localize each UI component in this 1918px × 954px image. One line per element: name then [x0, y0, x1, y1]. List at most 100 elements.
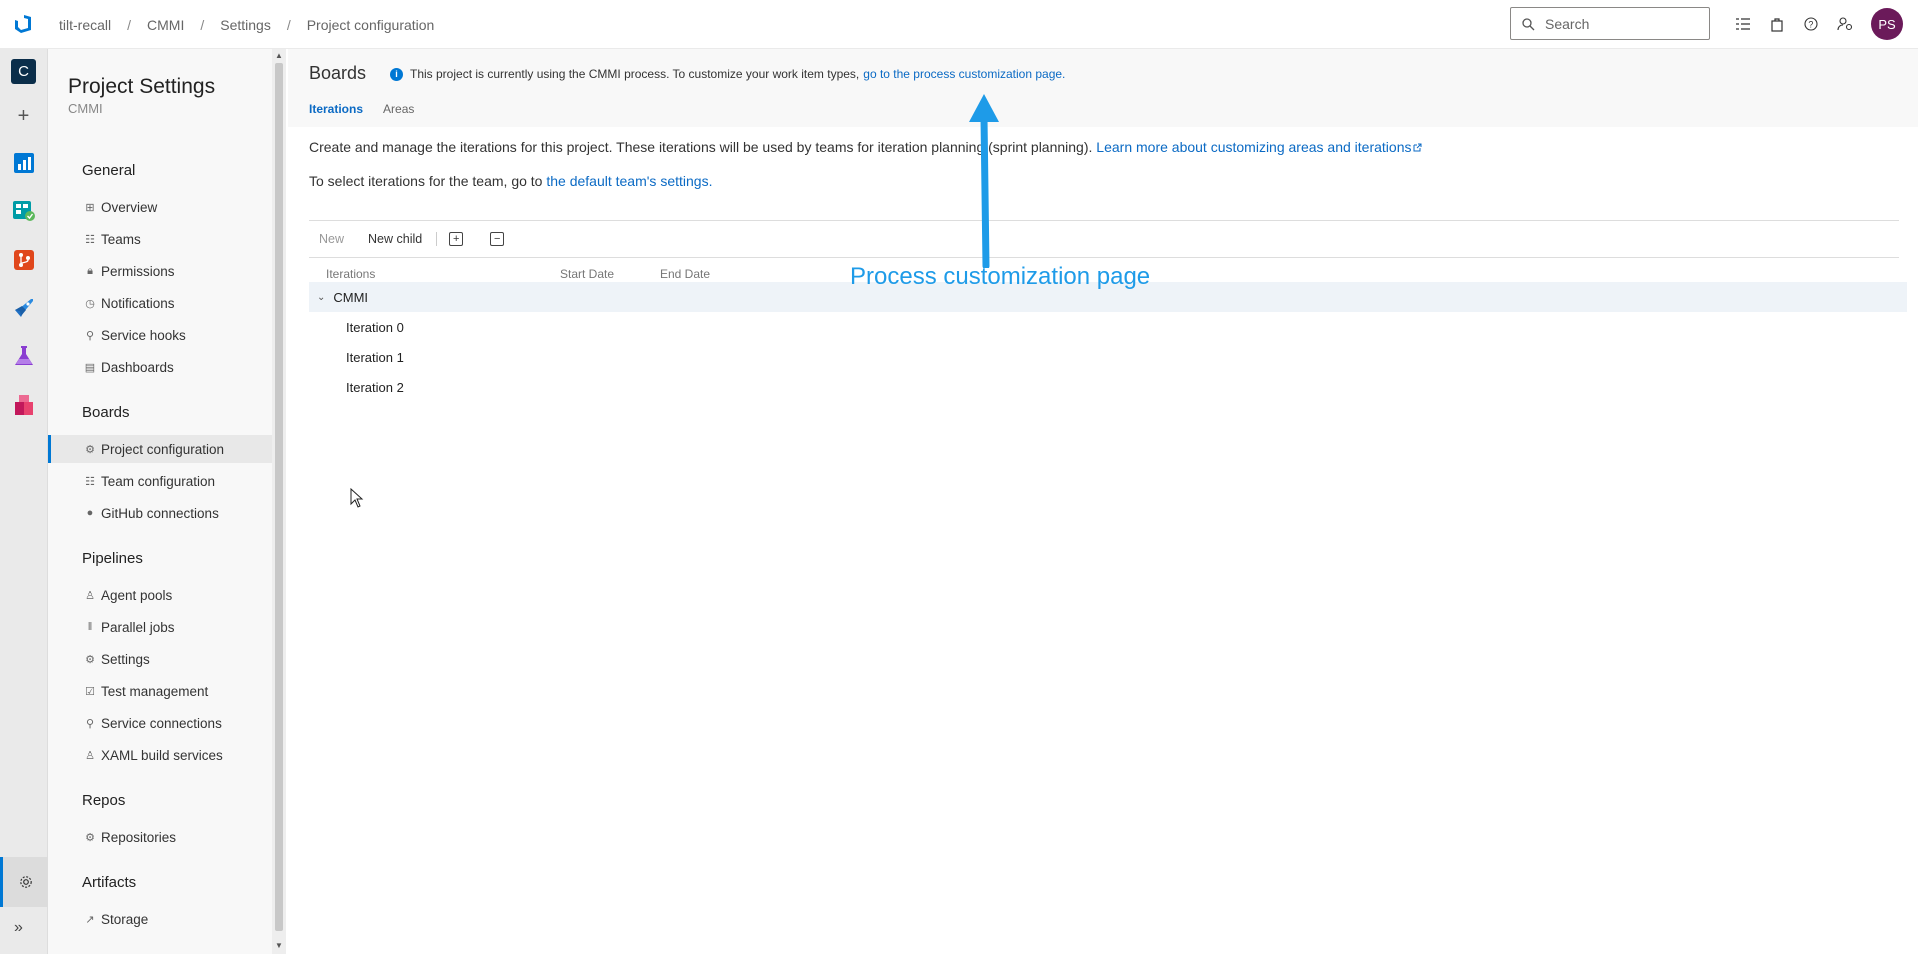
iteration-label: Iteration 1 — [346, 349, 404, 365]
nav-item-team-configuration[interactable]: ☷ Team configuration — [48, 467, 272, 495]
column-header-iterations[interactable]: Iterations — [326, 267, 375, 281]
process-customization-link[interactable]: go to the process customization page. — [863, 67, 1065, 81]
tab-areas[interactable]: Areas — [383, 102, 414, 116]
nav-item-repositories[interactable]: ⚙ Repositories — [48, 823, 272, 851]
lock-icon: 🔒︎ — [87, 264, 93, 277]
nav-item-test-management[interactable]: ☑ Test management — [48, 677, 272, 705]
nav-item-parallel-jobs[interactable]: ‖ Parallel jobs — [48, 613, 272, 641]
artifacts-icon[interactable] — [11, 392, 36, 417]
breadcrumb-settings[interactable]: Settings — [220, 17, 271, 33]
nav-item-label: Notifications — [101, 295, 175, 311]
nav-item-service-connections[interactable]: ⚲ Service connections — [48, 709, 272, 737]
column-header-end-date[interactable]: End Date — [660, 267, 710, 281]
nav-section-pipelines: Pipelines — [82, 550, 143, 567]
nav-item-label: Service hooks — [101, 327, 186, 343]
test-plans-icon[interactable] — [11, 343, 36, 368]
new-button[interactable]: New — [319, 232, 344, 246]
expand-all-icon[interactable]: + — [449, 232, 464, 246]
breadcrumb-separator: / — [200, 16, 205, 33]
scroll-up-icon[interactable]: ▲ — [275, 51, 283, 60]
chevron-down-icon[interactable]: ⌄ — [317, 292, 325, 303]
scrollbar-thumb[interactable] — [275, 63, 283, 931]
nav-item-xaml-build-services[interactable]: ♙ XAML build services — [48, 741, 272, 769]
expand-rail-icon[interactable]: » — [14, 919, 23, 937]
pipelines-icon[interactable] — [11, 295, 36, 320]
nav-item-label: XAML build services — [101, 747, 223, 763]
search-input[interactable]: Search — [1510, 7, 1710, 40]
breadcrumb-separator: / — [286, 16, 291, 33]
learn-more-link[interactable]: Learn more about customizing areas and i… — [1096, 139, 1422, 155]
nav-item-notifications[interactable]: ◷ Notifications — [48, 289, 272, 317]
table-row[interactable]: Iteration 2 — [309, 372, 1907, 402]
parallel-icon: ‖ — [87, 621, 93, 633]
scroll-down-icon[interactable]: ▼ — [275, 941, 283, 950]
mouse-cursor-icon — [350, 488, 364, 508]
table-row[interactable]: Iteration 0 — [309, 312, 1907, 342]
table-row[interactable]: Iteration 1 — [309, 342, 1907, 372]
nav-item-settings[interactable]: ⚙ Settings — [48, 645, 272, 673]
azure-devops-logo-icon[interactable] — [12, 13, 34, 35]
nav-item-permissions[interactable]: 🔒︎ Permissions — [48, 257, 272, 285]
nav-item-storage[interactable]: ↗ Storage — [48, 905, 272, 933]
process-banner: i This project is currently using the CM… — [390, 62, 1065, 86]
description: Create and manage the iterations for thi… — [309, 139, 1422, 155]
gear-icon: ⚙ — [85, 653, 95, 666]
overview-icon[interactable] — [11, 150, 36, 175]
task-list-icon[interactable] — [1731, 12, 1755, 36]
dashboard-icon: ▤ — [84, 361, 96, 374]
repos-icon[interactable] — [11, 247, 36, 272]
nav-scrollbar[interactable]: ▲ ▼ — [272, 49, 286, 954]
breadcrumb-current[interactable]: Project configuration — [307, 17, 435, 33]
tab-iterations[interactable]: Iterations — [309, 102, 363, 116]
default-team-settings-link[interactable]: the default team's settings. — [546, 173, 712, 189]
nav-item-agent-pools[interactable]: ♙ Agent pools — [48, 581, 272, 609]
info-icon: i — [390, 67, 403, 81]
nav-item-label: Permissions — [101, 263, 175, 279]
iteration-label: Iteration 2 — [346, 379, 404, 395]
column-header-start-date[interactable]: Start Date — [560, 267, 614, 281]
plus-icon[interactable]: + — [11, 104, 36, 129]
project-settings-button[interactable] — [0, 857, 48, 907]
help-icon[interactable]: ? — [1799, 12, 1823, 36]
nav-item-github-connections[interactable]: ● GitHub connections — [48, 499, 272, 527]
link-icon: ⚲ — [85, 717, 95, 730]
breadcrumb: tilt-recall / CMMI / Settings / Project … — [59, 0, 434, 49]
breadcrumb-project[interactable]: CMMI — [147, 17, 184, 33]
top-icons: ? — [1731, 12, 1867, 36]
collapse-all-icon[interactable]: − — [490, 232, 505, 246]
nav-item-teams[interactable]: ☷ Teams — [48, 225, 272, 253]
project-badge[interactable]: C — [11, 59, 36, 84]
nav-section-boards: Boards — [82, 404, 130, 421]
nav-item-label: Test management — [101, 683, 209, 699]
toolbar-divider — [436, 232, 438, 246]
nav-item-service-hooks[interactable]: ⚲ Service hooks — [48, 321, 272, 349]
avatar[interactable]: PS — [1871, 8, 1903, 40]
new-child-button[interactable]: New child — [368, 232, 422, 246]
nav-item-label: Overview — [101, 199, 158, 215]
nav-item-label: Project configuration — [101, 441, 225, 457]
nav-item-label: Parallel jobs — [101, 619, 175, 635]
nav-item-label: Storage — [101, 911, 149, 927]
nav-item-label: Team configuration — [101, 473, 216, 489]
nav-item-label: Teams — [101, 231, 141, 247]
nav-item-label: Settings — [101, 651, 150, 667]
test-icon: ☑ — [85, 685, 95, 698]
notification-icon: ◷ — [85, 297, 95, 310]
annotation-arrow — [969, 94, 999, 268]
nav-item-project-configuration[interactable]: ⚙ Project configuration — [48, 435, 272, 463]
breadcrumb-org[interactable]: tilt-recall — [59, 17, 111, 33]
top-bar: tilt-recall / CMMI / Settings / Project … — [0, 0, 1918, 49]
svg-text:?: ? — [1808, 20, 1813, 30]
team-settings-hint: To select iterations for the team, go to… — [309, 173, 712, 189]
nav-section-artifacts: Artifacts — [82, 874, 137, 891]
storage-icon: ↗ — [85, 913, 95, 926]
nav-item-label: Repositories — [101, 829, 177, 845]
page-title: Boards — [309, 63, 367, 83]
marketplace-bag-icon[interactable] — [1765, 12, 1789, 36]
user-settings-icon[interactable] — [1833, 12, 1857, 36]
nav-item-dashboards[interactable]: ▤ Dashboards — [48, 353, 272, 381]
github-icon: ● — [86, 507, 94, 519]
project-config-icon: ⚙ — [85, 443, 95, 456]
nav-item-overview[interactable]: ⊞ Overview — [48, 193, 272, 221]
boards-icon[interactable] — [11, 198, 36, 223]
